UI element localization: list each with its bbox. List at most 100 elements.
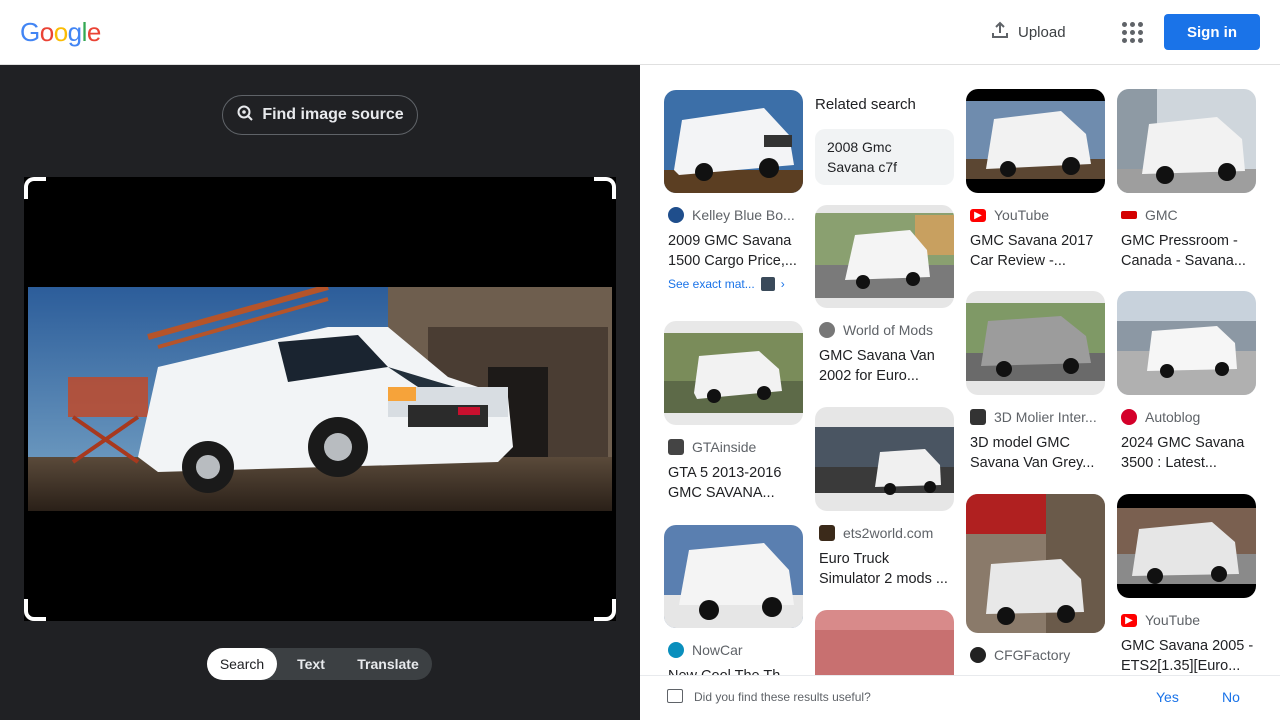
result-card[interactable]	[815, 610, 954, 675]
result-title[interactable]: Euro Truck Simulator 2 mods ...	[819, 549, 954, 589]
result-title[interactable]: 2024 GMC Savana 3500 : Latest...	[1121, 433, 1256, 473]
result-title[interactable]: GTA 5 2013-2016 GMC SAVANA...	[668, 463, 803, 503]
result-card[interactable]: ▶ YouTube GMC Savana 2005 - ETS2[1.35][E…	[1117, 494, 1256, 675]
result-source[interactable]: GMC	[1121, 207, 1256, 223]
source-name: GMC	[1145, 207, 1178, 223]
result-card[interactable]: ▶ YouTube GMC Savana 2017 Car Review -..…	[966, 89, 1105, 271]
result-thumbnail[interactable]	[815, 407, 954, 511]
tab-text[interactable]: Text	[277, 648, 345, 680]
result-source[interactable]: ▶ YouTube	[970, 207, 1105, 223]
result-source[interactable]: Kelley Blue Bo...	[668, 207, 803, 223]
cfgfactory-icon	[970, 647, 986, 663]
result-title[interactable]: GMC Savana 2005 - ETS2[1.35][Euro...	[1121, 636, 1256, 675]
logo-letter: e	[86, 17, 101, 47]
google-logo[interactable]: Google	[20, 17, 101, 48]
crop-corner-bottom-left[interactable]	[24, 599, 46, 621]
result-card[interactable]: 3D Molier Inter... 3D model GMC Savana V…	[966, 291, 1105, 473]
result-source[interactable]: ets2world.com	[819, 525, 954, 541]
source-name: ets2world.com	[843, 525, 934, 541]
source-name: GTAinside	[692, 439, 757, 455]
result-source[interactable]: World of Mods	[819, 322, 954, 338]
result-thumbnail[interactable]	[966, 89, 1105, 193]
feedback-question: Did you find these results useful?	[694, 690, 871, 704]
result-thumbnail[interactable]	[664, 321, 803, 425]
apps-grid-icon[interactable]	[1118, 18, 1146, 46]
sign-in-button[interactable]: Sign in	[1164, 14, 1260, 50]
source-name: YouTube	[1145, 612, 1201, 628]
upload-label: Upload	[1018, 23, 1066, 41]
source-name: NowCar	[692, 642, 743, 658]
crop-corner-bottom-right[interactable]	[594, 599, 616, 621]
worldofmods-icon	[819, 322, 835, 338]
result-title[interactable]: GMC Pressroom - Canada - Savana...	[1121, 231, 1256, 271]
logo-letter: g	[67, 17, 82, 47]
result-thumbnail[interactable]	[966, 494, 1105, 633]
related-search-chip[interactable]: 2008 Gmc Savana c7f	[815, 129, 954, 185]
lens-search-icon	[236, 104, 254, 127]
logo-letter: G	[20, 17, 40, 47]
result-title[interactable]: 3D model GMC Savana Van Grey...	[970, 433, 1105, 473]
result-card[interactable]: Autoblog 2024 GMC Savana 3500 : Latest..…	[1117, 291, 1256, 473]
see-exact-match-label: See exact mat...	[668, 277, 755, 291]
result-card[interactable]: ets2world.com Euro Truck Simulator 2 mod…	[815, 407, 954, 589]
related-search-heading: Related search	[815, 96, 916, 113]
result-thumbnail[interactable]	[664, 90, 803, 193]
result-thumbnail[interactable]	[1117, 89, 1256, 193]
ets2world-icon	[819, 525, 835, 541]
result-source[interactable]: Autoblog	[1121, 409, 1256, 425]
result-source[interactable]: GTAinside	[668, 439, 803, 455]
result-thumbnail[interactable]	[815, 205, 954, 308]
chevron-right-icon: ›	[780, 277, 785, 291]
gmc-icon	[1121, 211, 1137, 219]
result-source[interactable]: NowCar	[668, 642, 803, 658]
result-title[interactable]: 2009 GMC Savana 1500 Cargo Price,...	[668, 231, 803, 271]
result-card[interactable]: NowCar New Cool The Th...	[664, 525, 803, 675]
image-crop-area[interactable]	[24, 177, 616, 621]
result-card[interactable]: Kelley Blue Bo... 2009 GMC Savana 1500 C…	[664, 90, 803, 291]
query-image	[28, 287, 612, 511]
result-card[interactable]: GMC GMC Pressroom - Canada - Savana...	[1117, 89, 1256, 271]
see-exact-match-link[interactable]: See exact mat... ›	[668, 277, 803, 291]
result-title[interactable]: GMC Savana Van 2002 for Euro...	[819, 346, 954, 386]
feedback-bar: Did you find these results useful? Yes N…	[640, 675, 1280, 720]
crop-corner-top-right[interactable]	[594, 177, 616, 199]
gtainside-icon	[668, 439, 684, 455]
source-name: Kelley Blue Bo...	[692, 207, 795, 223]
result-thumbnail[interactable]	[1117, 494, 1256, 598]
exact-match-thumb-icon	[760, 277, 775, 291]
source-name: YouTube	[994, 207, 1050, 223]
feedback-no-button[interactable]: No	[1222, 689, 1240, 705]
result-thumbnail[interactable]	[664, 525, 803, 628]
source-name: CFGFactory	[994, 647, 1071, 663]
result-thumbnail[interactable]	[1117, 291, 1256, 395]
upload-icon	[990, 20, 1010, 44]
image-panel: Find image source Search Text Translate	[0, 65, 640, 720]
find-image-source-button[interactable]: Find image source	[222, 95, 418, 135]
logo-letter: o	[53, 17, 68, 47]
feedback-yes-button[interactable]: Yes	[1156, 689, 1179, 705]
top-bar: Google Upload Sign in	[0, 0, 1280, 65]
result-source[interactable]: ▶ YouTube	[1121, 612, 1256, 628]
tab-translate[interactable]: Translate	[345, 648, 431, 680]
result-title[interactable]: GMC Savana 2017 Car Review -...	[970, 231, 1105, 271]
result-source[interactable]: CFGFactory	[970, 647, 1105, 663]
crop-corner-top-left[interactable]	[24, 177, 46, 199]
youtube-icon: ▶	[1121, 613, 1137, 627]
result-title[interactable]: New Cool The Th...	[668, 666, 803, 675]
result-source[interactable]: 3D Molier Inter...	[970, 409, 1105, 425]
result-card[interactable]: CFGFactory	[966, 494, 1105, 663]
youtube-icon: ▶	[970, 208, 986, 222]
result-card[interactable]: GTAinside GTA 5 2013-2016 GMC SAVANA...	[664, 321, 803, 503]
source-name: World of Mods	[843, 322, 933, 338]
autoblog-icon	[1121, 409, 1137, 425]
result-thumbnail[interactable]	[815, 610, 954, 675]
result-card[interactable]: World of Mods GMC Savana Van 2002 for Eu…	[815, 205, 954, 386]
result-thumbnail[interactable]	[966, 291, 1105, 395]
results-panel: Kelley Blue Bo... 2009 GMC Savana 1500 C…	[640, 65, 1280, 675]
3dmolier-icon	[970, 409, 986, 425]
source-name: Autoblog	[1145, 409, 1201, 425]
tab-search[interactable]: Search	[207, 648, 277, 680]
kbb-icon	[668, 207, 684, 223]
nowcar-icon	[668, 642, 684, 658]
upload-button[interactable]: Upload	[990, 16, 1066, 48]
